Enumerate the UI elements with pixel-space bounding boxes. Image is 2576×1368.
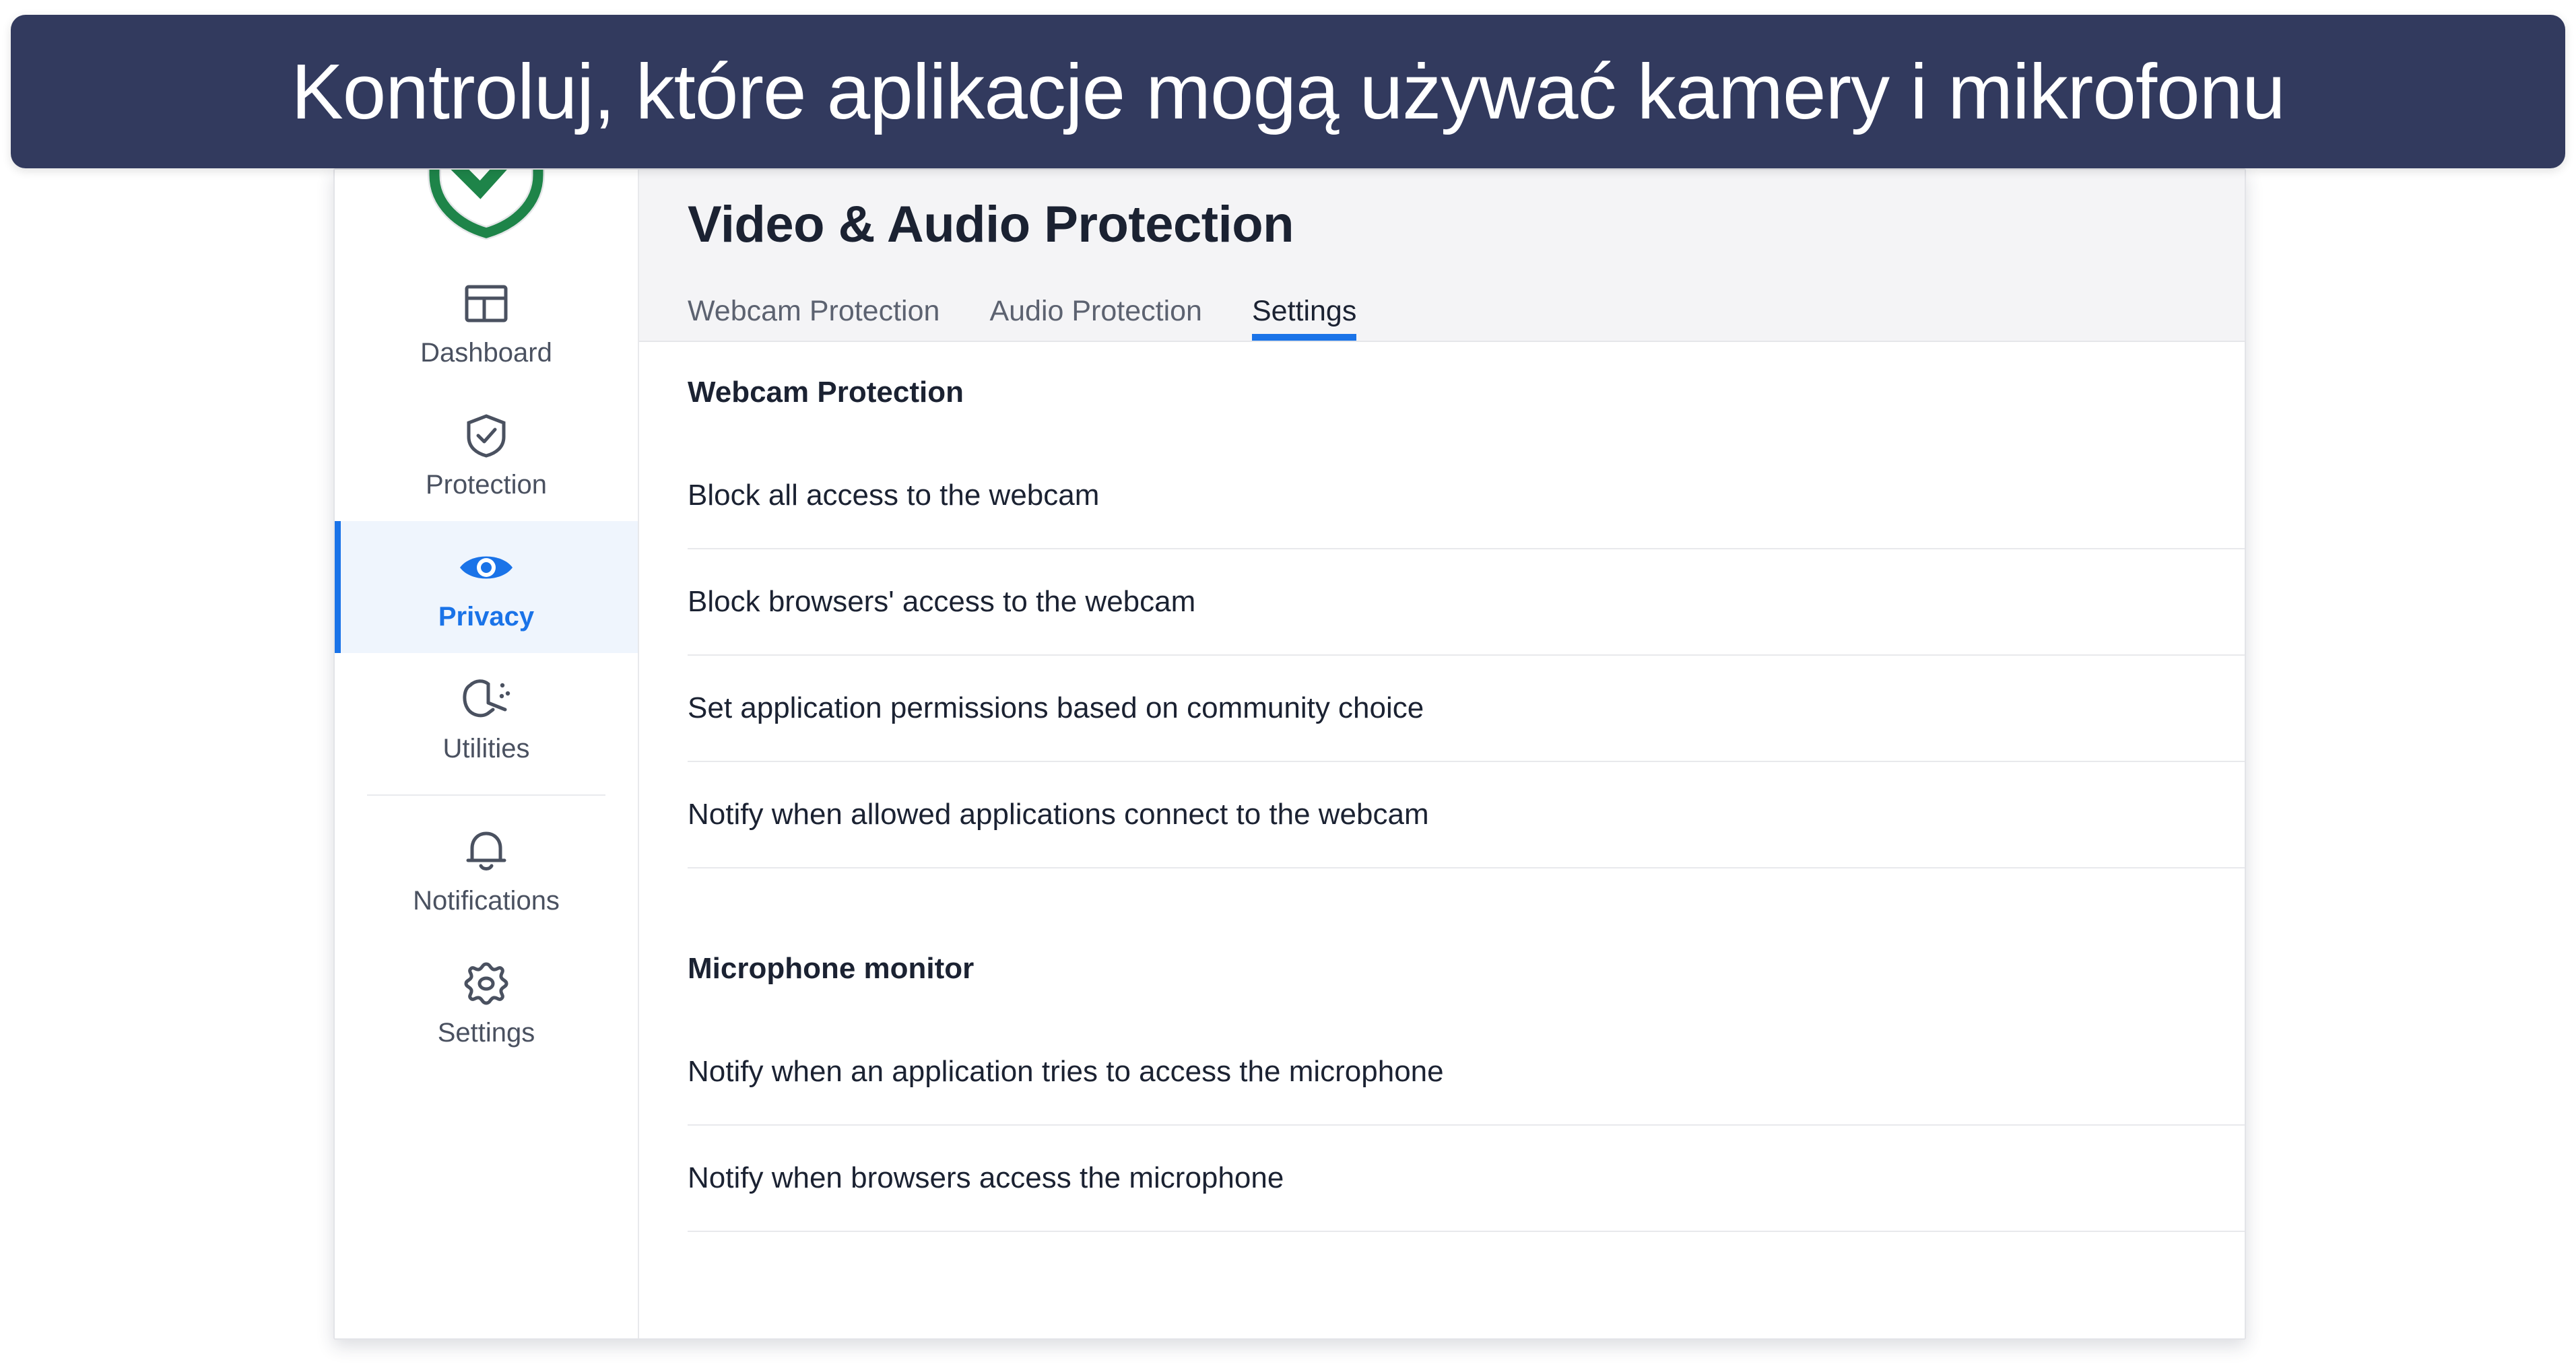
setting-row-clipped — [688, 1232, 2245, 1272]
screenshot-root: Kontroluj, które aplikacje mogą używać k… — [0, 0, 2576, 1368]
setting-label: Notify when browsers access the micropho… — [688, 1161, 1284, 1194]
setting-row-block-all-webcam: Block all access to the webcam — [688, 443, 2245, 548]
app-logo — [335, 170, 638, 257]
main-content: Video & Audio Protection Webcam Protecti… — [639, 170, 2245, 1338]
sidebar-item-label: Protection — [425, 470, 548, 500]
setting-label: Set application permissions based on com… — [688, 691, 1424, 724]
settings-section-webcam-protection: Webcam Protection Block all access to th… — [688, 342, 2245, 868]
main-header: Video & Audio Protection Webcam Protecti… — [639, 170, 2245, 342]
gear-icon — [463, 960, 510, 1007]
sidebar-item-label: Dashboard — [420, 338, 552, 368]
setting-label: Notify when allowed applications connect… — [688, 798, 1429, 831]
caption-banner-text: Kontroluj, które aplikacje mogą używać k… — [291, 48, 2285, 135]
tab-bar: Webcam Protection Audio Protection Setti… — [688, 279, 2245, 341]
shield-check-logo-icon — [428, 170, 545, 240]
eye-icon — [457, 544, 515, 591]
setting-label: Block all access to the webcam — [688, 479, 1100, 512]
sidebar-item-notifications[interactable]: Notifications — [335, 805, 638, 937]
sidebar-item-protection[interactable]: Protection — [335, 389, 638, 521]
dashboard-icon — [464, 280, 508, 327]
utilities-icon — [461, 676, 512, 723]
settings-list: Webcam Protection Block all access to th… — [639, 342, 2245, 1338]
sidebar-item-settings[interactable]: Settings — [335, 937, 638, 1069]
sidebar-item-label: Settings — [437, 1018, 535, 1048]
settings-section-microphone-monitor: Microphone monitor Notify when an applic… — [688, 918, 2245, 1272]
sidebar-item-label: Utilities — [442, 734, 530, 763]
sidebar: Dashboard Protection Privacy Utilities N… — [335, 170, 639, 1338]
setting-row-block-browsers-webcam: Block browsers' access to the webcam — [688, 549, 2245, 654]
page-title: Video & Audio Protection — [688, 196, 1294, 253]
sidebar-item-utilities[interactable]: Utilities — [335, 653, 638, 785]
sidebar-item-label: Privacy — [438, 602, 535, 631]
tab-settings[interactable]: Settings — [1251, 297, 1357, 341]
caption-banner: Kontroluj, które aplikacje mogą używać k… — [11, 15, 2565, 168]
sidebar-divider — [367, 794, 605, 796]
app-window: Dashboard Protection Privacy Utilities N… — [333, 168, 2246, 1340]
sidebar-item-label: Notifications — [413, 886, 560, 916]
sidebar-item-dashboard[interactable]: Dashboard — [335, 257, 638, 389]
setting-row-microphone-monitor: Microphone monitor — [688, 918, 2245, 1019]
setting-label: Webcam Protection — [688, 376, 964, 409]
tab-webcam-protection[interactable]: Webcam Protection — [688, 297, 939, 341]
setting-row-community-permissions: Set application permissions based on com… — [688, 656, 2245, 761]
setting-row-notify-browsers-microphone: Notify when browsers access the micropho… — [688, 1126, 2245, 1231]
tab-audio-protection[interactable]: Audio Protection — [989, 297, 1202, 341]
sidebar-item-privacy[interactable]: Privacy — [335, 521, 638, 653]
setting-row-notify-app-microphone: Notify when an application tries to acce… — [688, 1019, 2245, 1124]
bell-icon — [463, 828, 510, 875]
setting-row-webcam-protection: Webcam Protection — [688, 342, 2245, 443]
shield-check-icon — [465, 412, 507, 459]
setting-label: Microphone monitor — [688, 952, 975, 985]
setting-label: Notify when an application tries to acce… — [688, 1055, 1444, 1088]
setting-row-notify-allowed-webcam: Notify when allowed applications connect… — [688, 762, 2245, 867]
setting-label: Block browsers' access to the webcam — [688, 585, 1196, 618]
